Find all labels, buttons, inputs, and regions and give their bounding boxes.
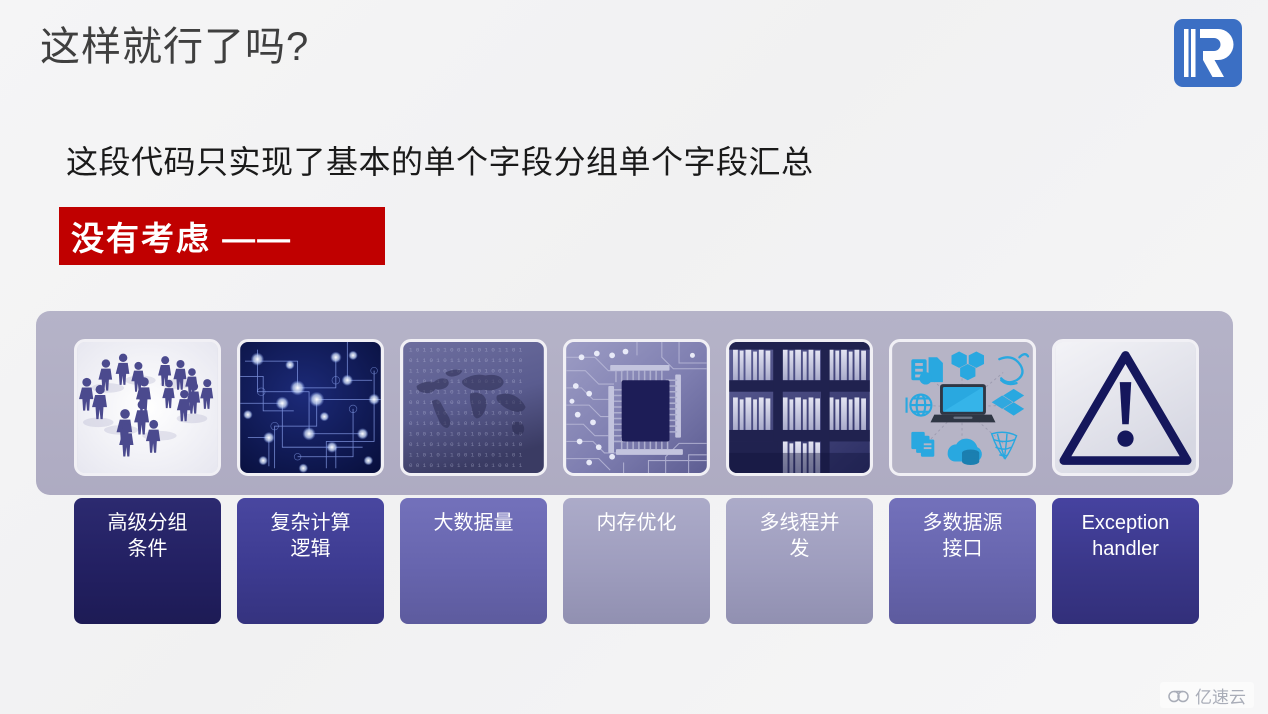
binary-world-map-image: 1 0 1 1 0 1 0 0 1 1 0 1 0 1 1 0 1 0 1 1 … xyxy=(400,339,547,476)
watermark-text: 亿速云 xyxy=(1195,687,1246,707)
crowd-of-people-figures-image xyxy=(74,339,221,476)
label-box-5[interactable]: 多线程并 发 xyxy=(726,498,873,624)
label-box-7[interactable]: Exception handler xyxy=(1052,498,1199,624)
label-box-3[interactable]: 大数据量 xyxy=(400,498,547,624)
brand-logo-r-icon xyxy=(1174,19,1242,87)
network-circuit-nodes-image xyxy=(237,339,384,476)
watermark: 亿速云 xyxy=(1160,682,1254,708)
label-box-1[interactable]: 高级分组 条件 xyxy=(74,498,221,624)
label-box-2[interactable]: 复杂计算 逻辑 xyxy=(237,498,384,624)
svg-text:1 0 0 1 0 1 1 0 1 1 0 0 1 0 1: 1 0 0 1 0 1 1 0 1 1 0 0 1 0 1 1 0 xyxy=(409,431,523,438)
svg-text:1 0 1 1 0 1 0 0 1 1 0 1 0 1 1: 1 0 1 1 0 1 0 0 1 1 0 1 0 1 1 0 1 xyxy=(409,347,523,354)
brand-logo xyxy=(1172,17,1244,89)
page-title: 这样就行了吗? xyxy=(40,25,310,69)
thumbnail-strip: 1 0 1 1 0 1 0 0 1 1 0 1 0 1 1 0 1 0 1 1 … xyxy=(74,339,1199,476)
svg-text:1 1 0 0 1 0 1 1 0 1 1 0 1 0 0: 1 1 0 0 1 0 1 1 0 1 1 0 1 0 0 1 1 xyxy=(409,410,523,417)
data-sources-icons-image xyxy=(889,339,1036,476)
red-callout-text: 没有考虑 —— xyxy=(71,220,293,257)
cpu-chip-circuit-board-image xyxy=(563,339,710,476)
archive-shelves-binders-image xyxy=(726,339,873,476)
red-callout-banner: 没有考虑 —— xyxy=(59,207,385,265)
svg-text:0 1 1 0 1 0 0 1 0 1 1 0 1 1 0: 0 1 1 0 1 0 0 1 0 1 1 0 1 1 0 1 0 xyxy=(409,441,523,448)
warning-triangle-exclamation-image xyxy=(1052,339,1199,476)
svg-text:0 1 1 0 1 1 0 1 0 0 1 1 0 1 1: 0 1 1 0 1 1 0 1 0 0 1 1 0 1 1 0 0 xyxy=(409,420,523,427)
svg-text:1 1 0 1 0 1 1 0 0 1 0 1 0 1 1: 1 1 0 1 0 1 1 0 0 1 0 1 0 1 1 0 1 xyxy=(409,452,523,459)
svg-text:1 1 0 1 0 0 1 0 1 1 0 1 0 0 1: 1 1 0 1 0 0 1 0 1 1 0 1 0 0 1 1 0 xyxy=(409,368,523,375)
cloud-icon xyxy=(1168,690,1189,702)
subtitle-text: 这段代码只实现了基本的单个字段分组单个字段汇总 xyxy=(66,144,814,180)
svg-text:0 1 1 0 1 0 1 1 0 0 1 0 1 1 0: 0 1 1 0 1 0 1 1 0 0 1 0 1 1 0 1 0 xyxy=(409,357,523,364)
label-box-strip: 高级分组 条件 复杂计算 逻辑 大数据量 内存优化 多线程并 发 多数据源 接口… xyxy=(74,498,1199,624)
label-box-6[interactable]: 多数据源 接口 xyxy=(889,498,1036,624)
svg-text:0 0 1 0 1 1 0 1 1 0 1 0 1 0 0: 0 0 1 0 1 1 0 1 1 0 1 0 1 0 0 1 1 xyxy=(409,462,523,469)
label-box-4[interactable]: 内存优化 xyxy=(563,498,710,624)
